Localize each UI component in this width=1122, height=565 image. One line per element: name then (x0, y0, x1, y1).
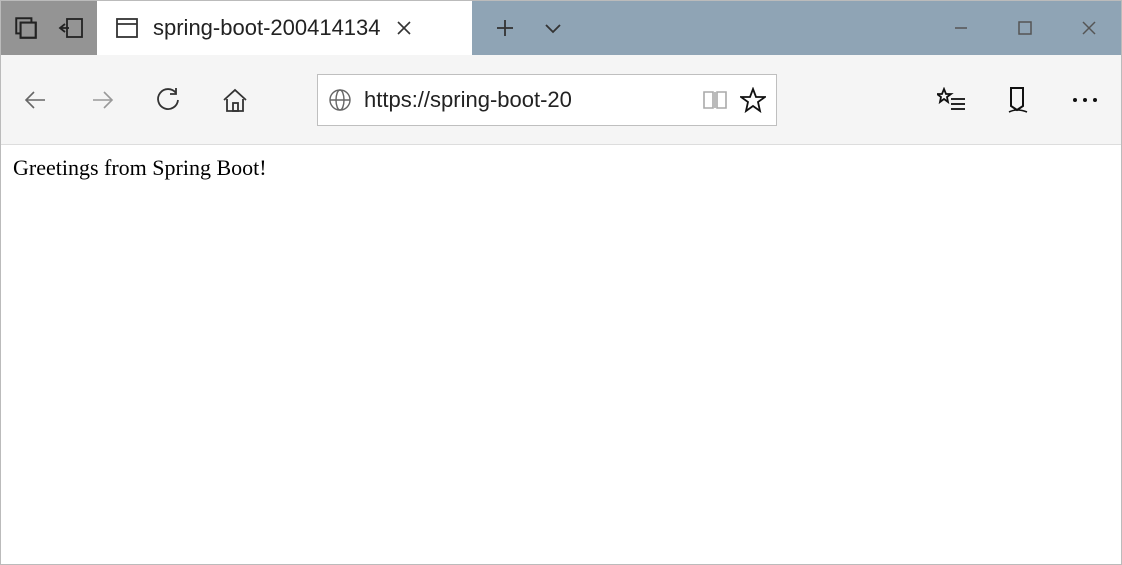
url-text[interactable]: https://spring-boot-20 (364, 87, 690, 113)
more-icon[interactable] (1071, 95, 1099, 105)
address-bar[interactable]: https://spring-boot-20 (317, 74, 777, 126)
new-tab-button[interactable] (494, 17, 516, 39)
greeting-text: Greetings from Spring Boot! (13, 155, 1109, 181)
minimize-button[interactable] (929, 1, 993, 55)
refresh-button[interactable] (155, 87, 181, 113)
home-button[interactable] (221, 87, 249, 113)
maximize-button[interactable] (993, 1, 1057, 55)
browser-toolbar: https://spring-boot-20 (1, 55, 1121, 145)
back-button[interactable] (23, 87, 49, 113)
titlebar: spring-boot-200414134 (1, 1, 1121, 55)
tab-actions-icon[interactable] (13, 15, 39, 41)
page-icon (115, 17, 139, 39)
page-content: Greetings from Spring Boot! (1, 145, 1121, 564)
favorites-list-icon[interactable] (937, 87, 965, 113)
chevron-down-icon[interactable] (542, 17, 564, 39)
set-aside-icon[interactable] (57, 16, 85, 40)
forward-button[interactable] (89, 87, 115, 113)
window-controls (929, 1, 1121, 55)
close-window-button[interactable] (1057, 1, 1121, 55)
tab-title: spring-boot-200414134 (153, 15, 381, 41)
close-tab-icon[interactable] (395, 19, 413, 37)
favorite-star-icon[interactable] (740, 87, 766, 113)
tabbar-right (472, 1, 1121, 55)
reading-view-icon[interactable] (702, 89, 728, 111)
globe-icon (328, 88, 352, 112)
titlebar-left-actions (1, 1, 97, 55)
web-notes-icon[interactable] (1005, 86, 1031, 114)
browser-tab-active[interactable]: spring-boot-200414134 (97, 1, 472, 55)
